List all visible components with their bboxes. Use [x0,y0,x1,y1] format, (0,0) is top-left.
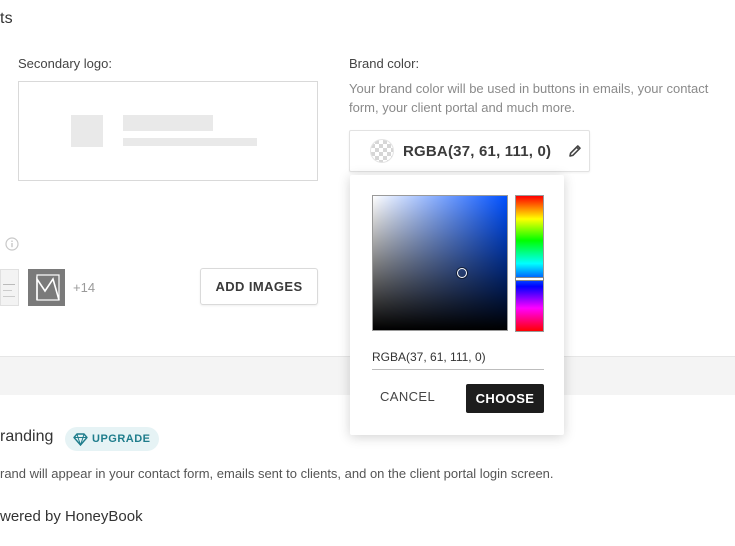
color-value-input[interactable] [372,347,544,370]
cancel-button[interactable]: CANCEL [380,389,435,404]
brand-color-hint-line2: form, your client portal and much more. [349,100,576,115]
pencil-icon[interactable] [567,143,583,159]
more-images-count[interactable]: +14 [73,280,95,295]
color-cursor-handle[interactable] [457,268,467,278]
branding-description: rand will appear in your contact form, e… [0,466,554,481]
brand-color-value: RGBA(37, 61, 111, 0) [403,142,552,160]
transparent-checker-icon [370,139,394,163]
branding-title: randing [0,428,54,445]
image-thumbnail[interactable] [28,269,65,306]
image-thumbnail[interactable] [0,269,19,306]
choose-button[interactable]: CHOOSE [466,384,544,413]
powered-by-text: wered by HoneyBook [0,508,143,525]
secondary-logo-dropzone[interactable] [18,81,318,181]
saturation-value-area[interactable] [372,195,508,331]
monogram-logo-icon [36,274,60,301]
diamond-icon [73,432,88,446]
add-images-button[interactable]: ADD IMAGES [200,268,318,305]
logo-placeholder-line [123,138,257,146]
brand-color-hint-line1: Your brand color will be used in buttons… [349,81,709,96]
brand-color-label: Brand color: [349,56,420,71]
section-title: ts [0,10,13,27]
upgrade-label: UPGRADE [92,433,151,445]
logo-placeholder-image [71,115,103,147]
upgrade-badge[interactable]: UPGRADE [65,427,159,451]
color-picker-popup: CANCEL CHOOSE [350,175,564,435]
info-icon[interactable] [5,237,19,251]
hue-slider-handle[interactable] [515,277,544,281]
hue-slider[interactable] [515,195,544,332]
logo-placeholder-title [123,115,213,131]
brand-color-button[interactable]: RGBA(37, 61, 111, 0) [349,130,590,172]
secondary-logo-label: Secondary logo: [18,56,112,71]
